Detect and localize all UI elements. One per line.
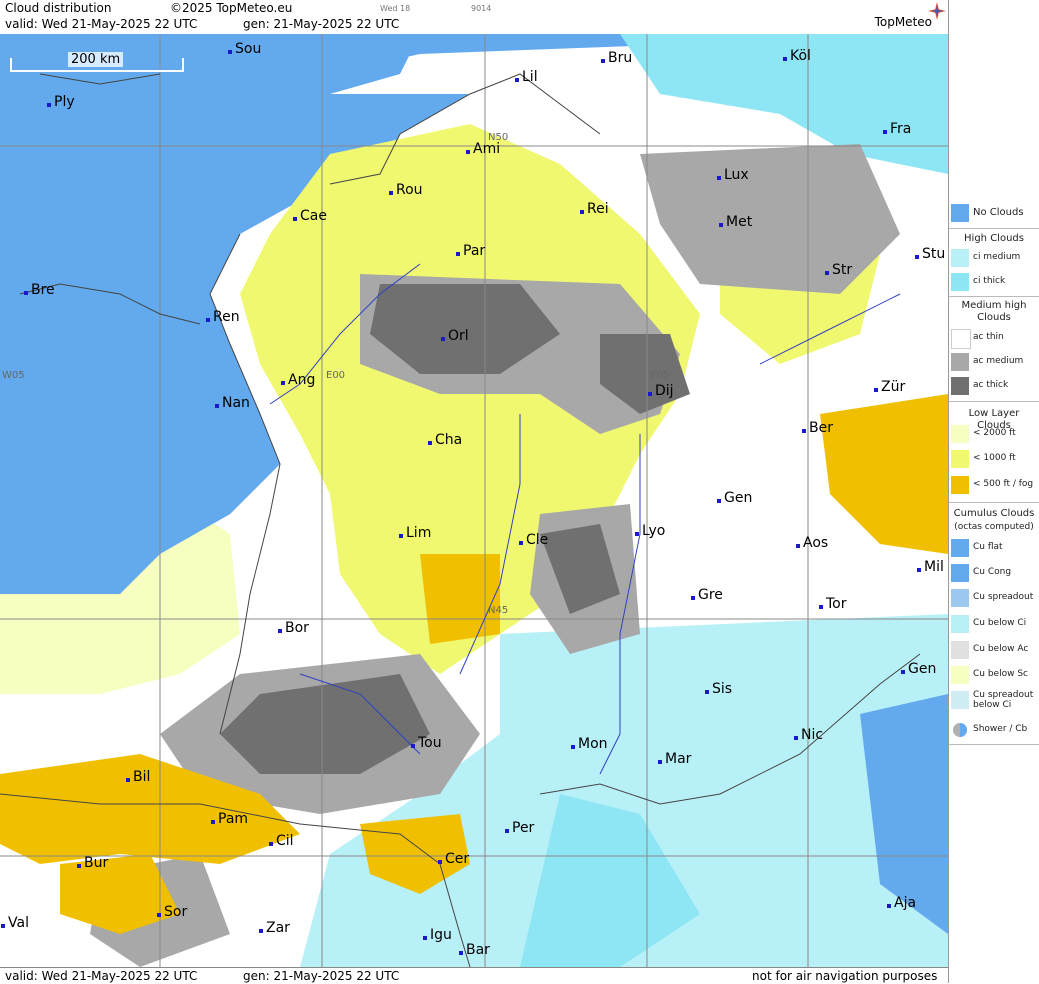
footer-generated-time: gen: 21-May-2025 22 UTC bbox=[243, 969, 400, 983]
city-label[interactable]: Gen bbox=[717, 491, 752, 505]
city-label[interactable]: Ren bbox=[206, 310, 240, 324]
city-label[interactable]: Bil bbox=[126, 770, 150, 784]
legend-no-clouds: No Clouds bbox=[949, 202, 1039, 224]
scale-bar: 200 km bbox=[10, 52, 184, 72]
city-label[interactable]: Bur bbox=[77, 856, 108, 870]
legend-ac-thick: ac thick bbox=[949, 375, 1039, 397]
city-label[interactable]: Pam bbox=[211, 812, 248, 826]
legend-cu-spreadout-below-ci: Cu spreadout below Ci bbox=[949, 689, 1039, 715]
grid-label: E05 bbox=[650, 370, 670, 381]
shower-icon bbox=[951, 721, 969, 739]
city-label[interactable]: Aja bbox=[887, 896, 916, 910]
city-label[interactable]: Gre bbox=[691, 588, 723, 602]
footer-bar: valid: Wed 21-May-2025 22 UTC gen: 21-Ma… bbox=[0, 967, 948, 984]
legend-cumulus-subtitle: (octas computed) bbox=[954, 522, 1034, 532]
legend-ac-medium: ac medium bbox=[949, 351, 1039, 373]
city-label[interactable]: Bru bbox=[601, 51, 632, 65]
generated-time: gen: 21-May-2025 22 UTC bbox=[243, 17, 400, 31]
city-label[interactable]: Nan bbox=[215, 396, 250, 410]
city-label[interactable]: Sis bbox=[705, 682, 732, 696]
city-label[interactable]: Rei bbox=[580, 202, 609, 216]
city-label[interactable]: Ang bbox=[281, 373, 315, 387]
city-label[interactable]: Zür bbox=[874, 380, 905, 394]
legend-ci-medium: ci medium bbox=[949, 247, 1039, 269]
swatch-no-clouds bbox=[951, 204, 969, 222]
legend-low-500: < 500 ft / fog bbox=[949, 474, 1039, 496]
legend-panel: No Clouds High Clouds ci medium ci thick… bbox=[948, 0, 1039, 983]
compass-star-icon bbox=[928, 2, 946, 20]
city-label[interactable]: Bar bbox=[459, 943, 490, 957]
legend-cumulus-title: Cumulus Clouds bbox=[953, 508, 1035, 519]
legend-ci-thick: ci thick bbox=[949, 271, 1039, 293]
city-label[interactable]: Lux bbox=[717, 168, 749, 182]
header-small-2: 9014 bbox=[471, 4, 492, 13]
grid-label: W05 bbox=[2, 370, 25, 381]
city-label[interactable]: Rou bbox=[389, 183, 423, 197]
city-label[interactable]: Lyo bbox=[635, 524, 665, 538]
city-label[interactable]: Val bbox=[1, 916, 29, 930]
city-label[interactable]: Dij bbox=[648, 384, 674, 398]
city-label[interactable]: Cil bbox=[269, 834, 294, 848]
city-label[interactable]: Ami bbox=[466, 142, 500, 156]
city-label[interactable]: Tor bbox=[819, 597, 847, 611]
legend-shower-cb: Shower / Cb bbox=[949, 719, 1039, 741]
legend-high-title: High Clouds bbox=[964, 233, 1024, 244]
legend-ac-thin: ac thin bbox=[949, 327, 1039, 349]
city-label[interactable]: Gen bbox=[901, 662, 936, 676]
copyright: ©2025 TopMeteo.eu bbox=[170, 1, 293, 15]
grid-label: N45 bbox=[488, 605, 509, 616]
city-label[interactable]: Nic bbox=[794, 728, 823, 742]
city-label[interactable]: Tou bbox=[411, 736, 442, 750]
legend-cu-flat: Cu flat bbox=[949, 537, 1039, 559]
navigation-notice: not for air navigation purposes bbox=[752, 969, 938, 983]
legend-cu-below-ac: Cu below Ac bbox=[949, 639, 1039, 661]
city-label[interactable]: Aos bbox=[796, 536, 828, 550]
city-label[interactable]: Igu bbox=[423, 928, 452, 942]
grid-label: E00 bbox=[326, 370, 346, 381]
city-label[interactable]: Met bbox=[719, 215, 752, 229]
topmeteo-logo[interactable]: TopMeteo bbox=[875, 15, 932, 29]
map-title: Cloud distribution bbox=[5, 1, 112, 15]
city-label[interactable]: Lil bbox=[515, 70, 538, 84]
legend-cu-cong: Cu Cong bbox=[949, 562, 1039, 584]
city-label[interactable]: Bre bbox=[24, 283, 55, 297]
legend-cu-spreadout: Cu spreadout bbox=[949, 587, 1039, 609]
city-label[interactable]: Ply bbox=[47, 95, 75, 109]
city-label[interactable]: Sor bbox=[157, 905, 187, 919]
city-label[interactable]: Fra bbox=[883, 122, 911, 136]
city-label[interactable]: Stu bbox=[915, 247, 945, 261]
city-label[interactable]: Orl bbox=[441, 329, 469, 343]
city-label[interactable]: Mil bbox=[917, 560, 944, 574]
city-label[interactable]: Lim bbox=[399, 526, 431, 540]
city-label[interactable]: Cer bbox=[438, 852, 469, 866]
city-label[interactable]: Per bbox=[505, 821, 534, 835]
legend-low-1000: < 1000 ft bbox=[949, 448, 1039, 470]
city-label[interactable]: Mon bbox=[571, 737, 608, 751]
city-label[interactable]: Zar bbox=[259, 921, 290, 935]
city-label[interactable]: Cae bbox=[293, 209, 327, 223]
header-small-1: Wed 18 bbox=[380, 4, 411, 13]
cloud-map-graphic bbox=[0, 34, 948, 967]
legend-low-2000: < 2000 ft bbox=[949, 423, 1039, 445]
city-label[interactable]: Ber bbox=[802, 421, 833, 435]
scale-label: 200 km bbox=[68, 52, 124, 67]
city-label[interactable]: Sou bbox=[228, 42, 261, 56]
valid-time: valid: Wed 21-May-2025 22 UTC bbox=[5, 17, 198, 31]
city-label[interactable]: Str bbox=[825, 263, 852, 277]
legend-cu-below-sc: Cu below Sc bbox=[949, 664, 1039, 686]
cloud-map[interactable]: 200 km N50 E00 E05 W05 N45 Sou Bru Köl P… bbox=[0, 34, 948, 967]
city-label[interactable]: Mar bbox=[658, 752, 691, 766]
footer-valid-time: valid: Wed 21-May-2025 22 UTC bbox=[5, 969, 198, 983]
city-label[interactable]: Cle bbox=[519, 533, 548, 547]
header-bar: Cloud distribution ©2025 TopMeteo.eu Wed… bbox=[0, 0, 948, 35]
city-label[interactable]: Köl bbox=[783, 49, 811, 63]
legend-cu-below-ci: Cu below Ci bbox=[949, 613, 1039, 635]
city-label[interactable]: Bor bbox=[278, 621, 309, 635]
city-label[interactable]: Cha bbox=[428, 433, 462, 447]
legend-medium-title: Medium high Clouds bbox=[961, 300, 1027, 323]
city-label[interactable]: Par bbox=[456, 244, 485, 258]
